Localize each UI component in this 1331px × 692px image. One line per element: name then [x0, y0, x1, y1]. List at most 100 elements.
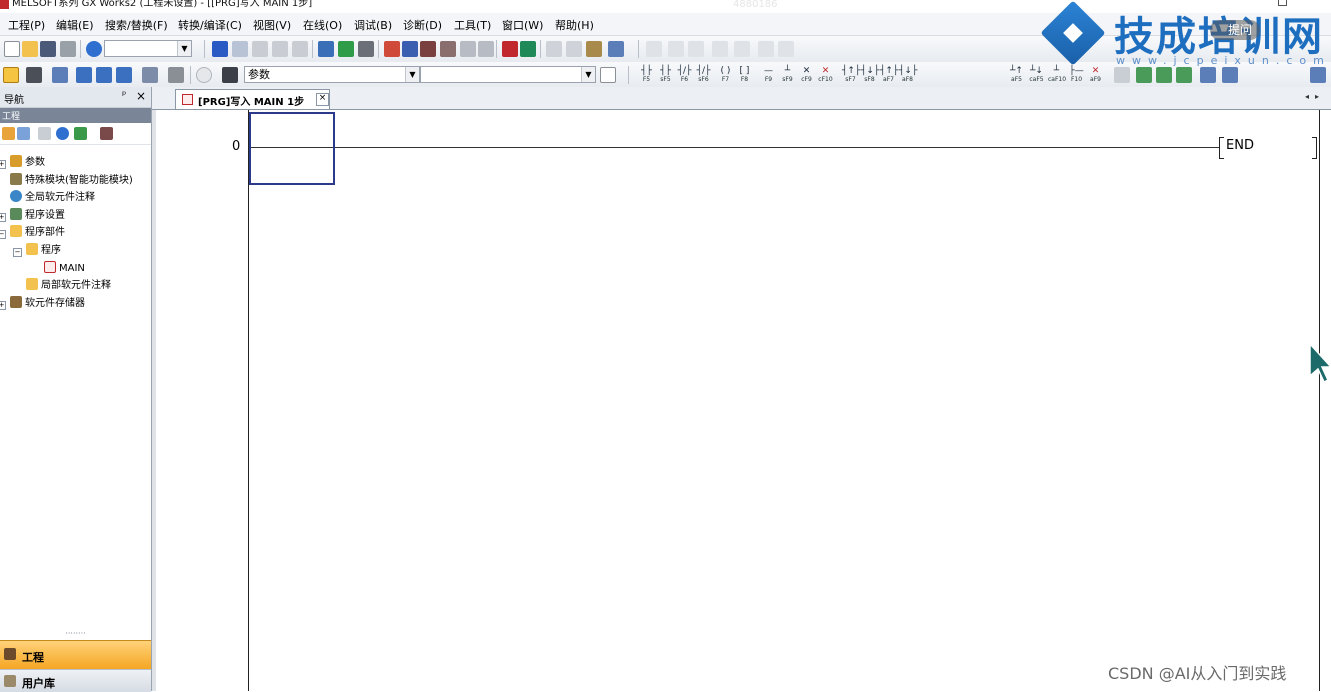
tab-main-program[interactable]: [PRG]写入 MAIN 1步 ×	[175, 89, 330, 109]
binoculars-icon[interactable]	[222, 67, 238, 83]
new-data-icon[interactable]	[2, 127, 15, 140]
monitor-stop-icon[interactable]	[440, 41, 456, 57]
fkey-aF5[interactable]: ┴↑ aF5	[1008, 66, 1025, 84]
fkey-F8[interactable]: [ ] F8	[736, 66, 753, 84]
tree-item-parameter[interactable]: 参数	[10, 155, 45, 171]
write-plc-icon[interactable]	[384, 41, 400, 57]
fkey-sF6[interactable]: ┤/├ sF6	[695, 66, 712, 84]
cut-icon[interactable]	[212, 41, 228, 57]
close-tab-icon[interactable]: ×	[316, 93, 329, 106]
info-icon[interactable]	[196, 67, 212, 83]
verify-icon[interactable]	[358, 41, 374, 57]
menu-search-replace[interactable]: 搜索/替换(F)	[105, 17, 168, 33]
tree-item-global-comment[interactable]: 全局软元件注释	[10, 190, 95, 206]
expand-program-setting-icon[interactable]: +	[0, 213, 6, 222]
fkey-F5[interactable]: ┤├ F5	[638, 66, 655, 84]
ladder-line-delete-icon[interactable]	[778, 41, 794, 57]
menu-help[interactable]: 帮助(H)	[555, 17, 594, 33]
undo-icon[interactable]	[272, 41, 288, 57]
search-combo[interactable]: 参数 ▼	[244, 66, 420, 83]
monitor-all-icon[interactable]	[478, 41, 494, 57]
save-icon[interactable]	[40, 41, 56, 57]
redo-icon[interactable]	[292, 41, 308, 57]
window-icon[interactable]	[608, 41, 624, 57]
project-combo[interactable]: ▼	[104, 40, 192, 57]
tree-item-main[interactable]: MAIN	[44, 261, 85, 277]
tree-item-program-setting[interactable]: 程序设置	[10, 208, 65, 224]
page-icon[interactable]	[600, 67, 616, 83]
fkey-F7[interactable]: ( ) F7	[717, 66, 734, 84]
copy-icon[interactable]	[232, 41, 248, 57]
diagnostics-icon[interactable]	[586, 41, 602, 57]
fkey-cF9[interactable]: ✕ cF9	[798, 66, 815, 84]
menu-project[interactable]: 工程(P)	[8, 17, 45, 33]
dev-verify-icon[interactable]	[116, 67, 132, 83]
collapse-program-icon[interactable]: −	[13, 248, 22, 257]
fkey-sF8[interactable]: ┤↓├ sF8	[861, 66, 879, 84]
fkey-caF5[interactable]: ┴↓ caF5	[1028, 66, 1045, 84]
tree-item-program-parts[interactable]: 程序部件	[10, 225, 65, 241]
menu-tools[interactable]: 工具(T)	[454, 17, 491, 33]
ladder-view-icon[interactable]	[26, 67, 42, 83]
dev-read-icon[interactable]	[76, 67, 92, 83]
monitor-start-icon[interactable]	[420, 41, 436, 57]
menu-online[interactable]: 在线(O)	[303, 17, 342, 33]
device-list-icon[interactable]	[142, 67, 158, 83]
write-device-icon[interactable]	[318, 41, 334, 57]
pin-icon[interactable]: ᵖ	[122, 90, 126, 101]
nav-splitter[interactable]: ········	[0, 630, 151, 639]
ladder-line-icon[interactable]	[758, 41, 774, 57]
monitor-write-icon[interactable]	[460, 41, 476, 57]
copy-data-icon[interactable]	[17, 127, 30, 140]
ladder-comment-icon[interactable]	[734, 41, 750, 57]
ladder-col-icon[interactable]	[712, 41, 728, 57]
fkey-cF10[interactable]: ✕ cF10	[817, 66, 834, 84]
nav-tab-user-library[interactable]: 用户库	[0, 669, 151, 692]
ladder-editor[interactable]	[152, 110, 1331, 691]
fkey-F9[interactable]: — F9	[760, 66, 777, 84]
dev-batch-icon[interactable]	[520, 41, 536, 57]
menu-view[interactable]: 视图(V)	[253, 17, 291, 33]
help-icon[interactable]	[86, 41, 102, 57]
fkey-aF7[interactable]: ┤↑├ aF7	[880, 66, 898, 84]
project-view-icon[interactable]	[3, 67, 19, 83]
tree-item-device-memory[interactable]: 软元件存储器	[10, 296, 85, 312]
sim-stop-icon[interactable]	[566, 41, 582, 57]
property-icon[interactable]	[56, 127, 69, 140]
expand-parameter-icon[interactable]: +	[0, 160, 6, 169]
fkey-sF5[interactable]: ┤├ sF5	[657, 66, 674, 84]
menu-edit[interactable]: 编辑(E)	[56, 17, 94, 33]
menu-convert-compile[interactable]: 转换/编译(C)	[178, 17, 242, 33]
paste-data-icon[interactable]	[38, 127, 51, 140]
ladder-row-icon[interactable]	[688, 41, 704, 57]
nav-tab-project[interactable]: 工程	[0, 640, 151, 669]
list-view-icon[interactable]	[52, 67, 68, 83]
find-device-icon[interactable]	[168, 67, 184, 83]
refresh-icon[interactable]	[74, 127, 87, 140]
menu-diagnostics[interactable]: 诊断(D)	[403, 17, 442, 33]
dev-write-icon[interactable]	[96, 67, 112, 83]
end-instruction[interactable]: END	[1226, 138, 1254, 153]
open-icon[interactable]	[22, 41, 38, 57]
tree-item-special-module[interactable]: 特殊模块(智能功能模块)	[10, 173, 133, 189]
print-icon[interactable]	[60, 41, 76, 57]
collapse-program-parts-icon[interactable]: −	[0, 230, 6, 239]
menu-window[interactable]: 窗口(W)	[502, 17, 543, 33]
device-combo[interactable]: ▼	[420, 66, 596, 83]
close-icon[interactable]: ×	[136, 89, 146, 103]
dev-monitor-icon[interactable]	[502, 41, 518, 57]
fkey-sF9[interactable]: ┴ sF9	[779, 66, 796, 84]
fkey-F6[interactable]: ┤/├ F6	[676, 66, 693, 84]
ladder-delete-icon[interactable]	[668, 41, 684, 57]
read-device-icon[interactable]	[338, 41, 354, 57]
ask-button[interactable]: 提问	[1210, 20, 1261, 40]
tab-scroll-arrows[interactable]: ◂▸	[1305, 92, 1325, 101]
nav-options-icon[interactable]	[100, 127, 113, 140]
menu-debug[interactable]: 调试(B)	[354, 17, 392, 33]
tree-item-program[interactable]: 程序	[26, 243, 61, 259]
fkey-sF7[interactable]: ┤↑├ sF7	[842, 66, 860, 84]
simulation-icon[interactable]	[546, 41, 562, 57]
paste-icon[interactable]	[252, 41, 268, 57]
tree-item-local-comment[interactable]: 局部软元件注释	[26, 278, 111, 294]
edit-cursor[interactable]	[249, 112, 335, 185]
